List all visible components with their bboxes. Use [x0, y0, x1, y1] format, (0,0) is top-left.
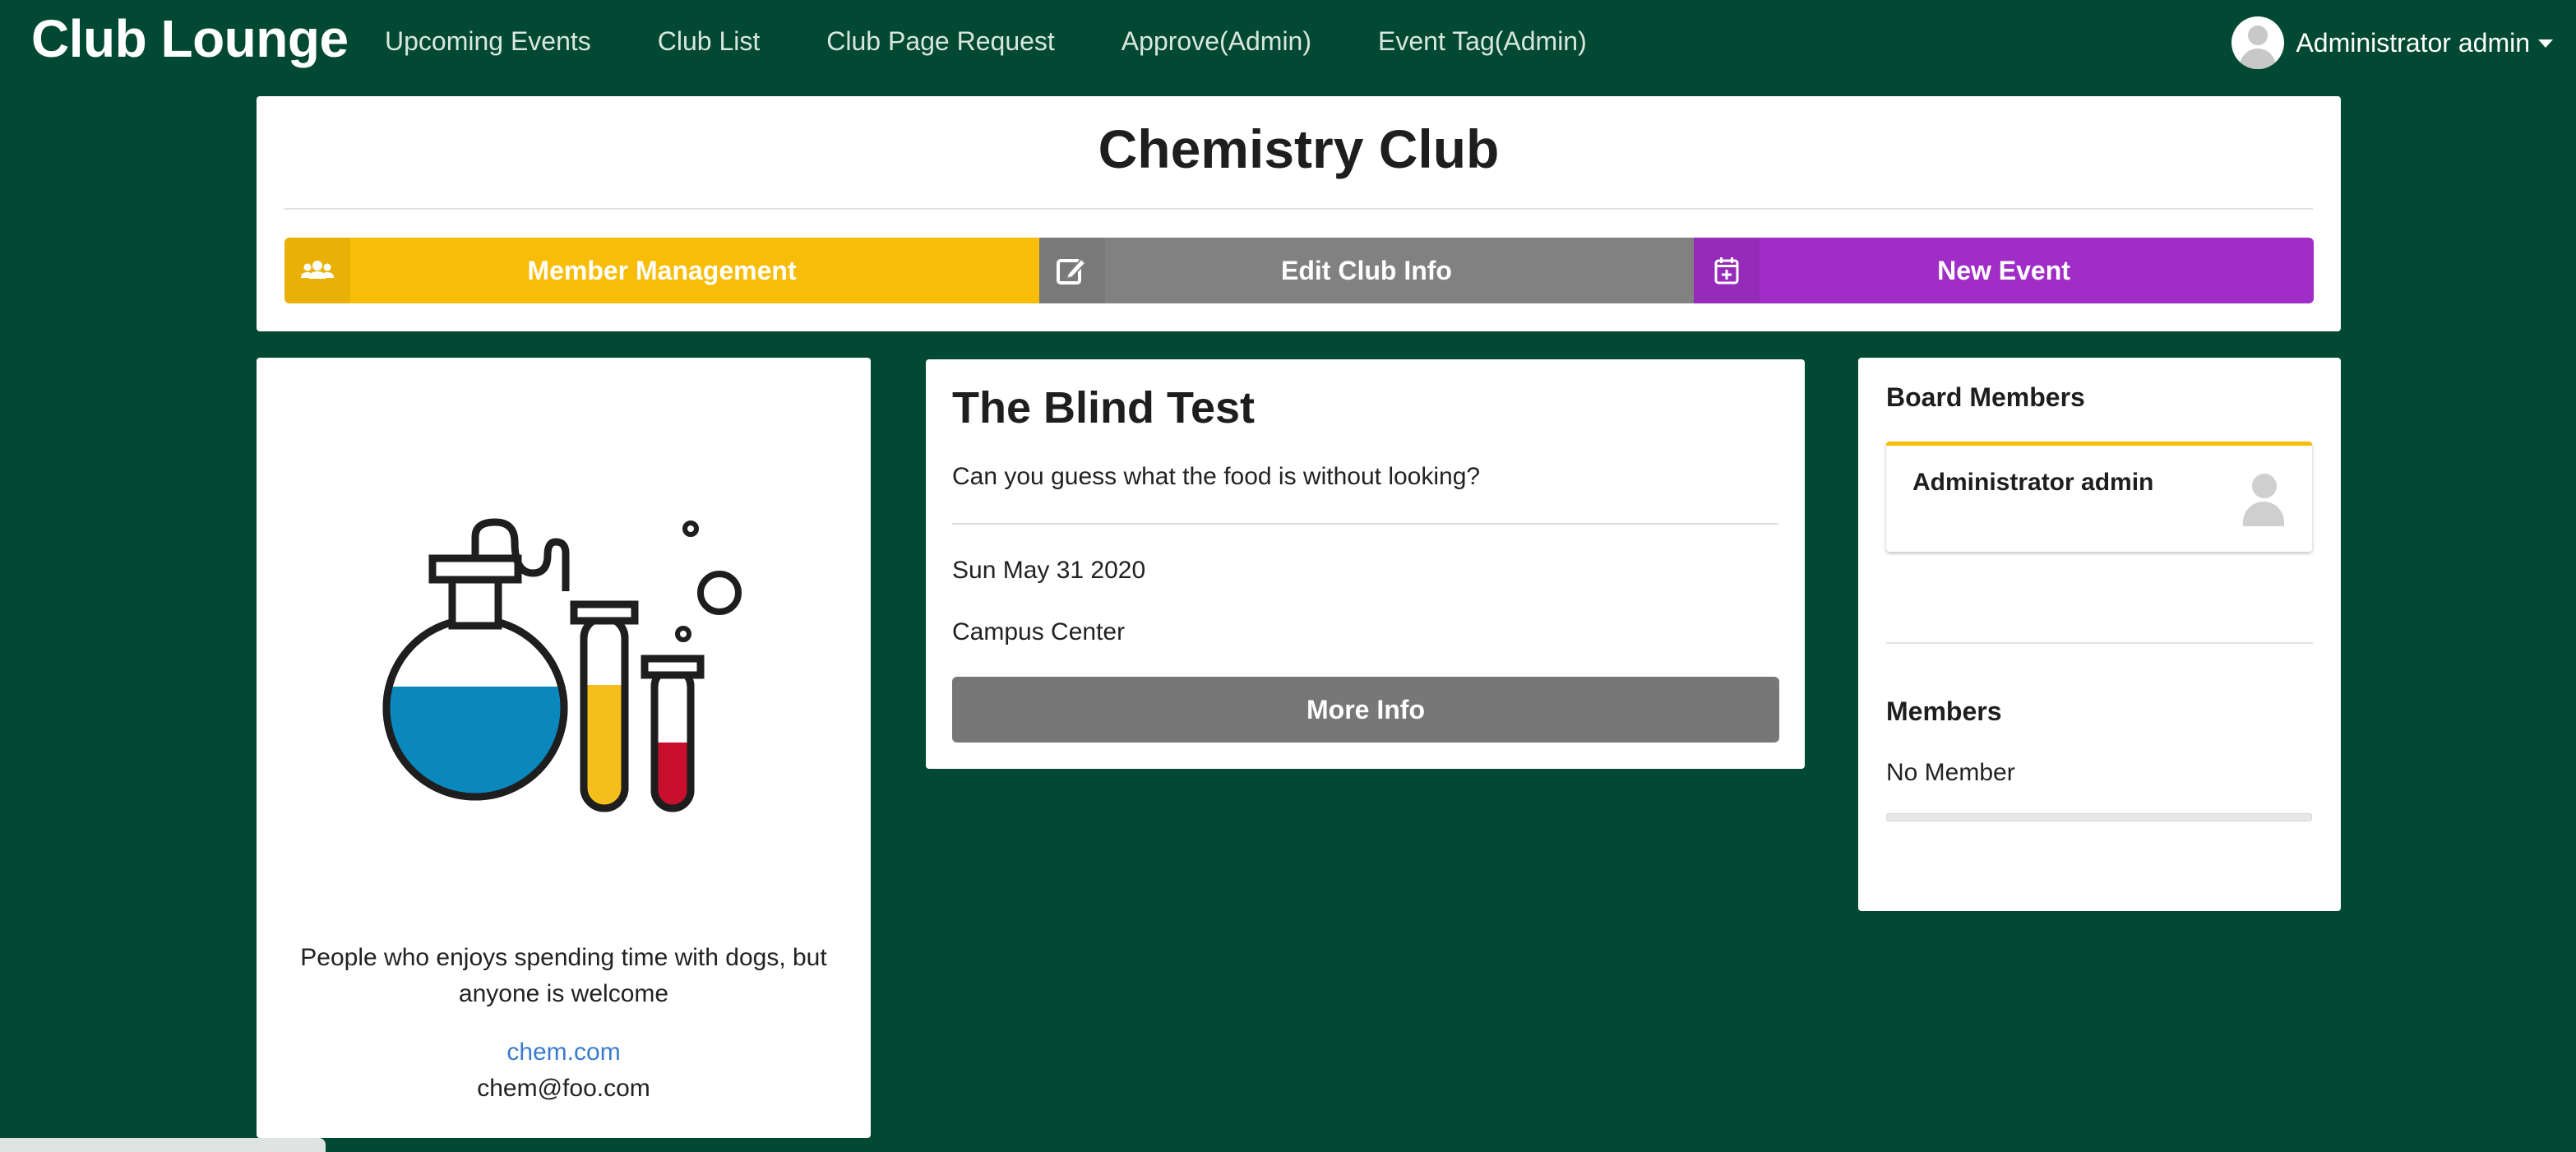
browser-status-bar: [0, 1138, 326, 1152]
event-location: Campus Center: [952, 618, 1126, 645]
board-member-name: Administrator admin: [1912, 469, 2154, 496]
edit-icon: [1039, 238, 1105, 303]
club-website-link[interactable]: chem.com: [257, 1039, 871, 1066]
new-event-button[interactable]: New Event: [1694, 238, 2314, 303]
chemistry-logo-image: [382, 518, 742, 812]
top-navbar: Club Lounge Upcoming Events Club List Cl…: [0, 0, 2576, 87]
caret-down-icon: [2538, 39, 2553, 48]
members-list-empty: [1886, 813, 2312, 821]
divider: [1886, 642, 2313, 644]
divider: [952, 523, 1778, 525]
nav-event-tag-admin[interactable]: Event Tag(Admin): [1378, 26, 1587, 57]
member-management-label: Member Management: [527, 255, 797, 285]
brand-logo[interactable]: Club Lounge: [31, 8, 349, 69]
event-title: The Blind Test: [952, 383, 1256, 433]
calendar-plus-icon: [1694, 238, 1760, 303]
member-management-button[interactable]: Member Management: [284, 238, 1039, 303]
no-member-text: No Member: [1886, 759, 2015, 786]
users-icon: [284, 238, 350, 303]
members-card: Board Members Administrator admin Member…: [1858, 358, 2341, 911]
club-action-bar: Member Management Edit Club Info New Eve…: [284, 238, 2314, 303]
nav-upcoming-events[interactable]: Upcoming Events: [385, 26, 591, 57]
nav-club-list[interactable]: Club List: [658, 26, 761, 57]
more-info-button[interactable]: More Info: [952, 677, 1779, 743]
club-header-card: Chemistry Club Member Management Edit Cl…: [257, 96, 2341, 331]
nav-links: Upcoming Events Club List Club Page Requ…: [385, 26, 1653, 57]
board-members-heading: Board Members: [1886, 382, 2085, 412]
divider: [284, 208, 2313, 210]
avatar-icon: [2241, 474, 2284, 526]
nav-club-page-request[interactable]: Club Page Request: [826, 26, 1055, 57]
members-heading: Members: [1886, 696, 2002, 726]
club-description: People who enjoys spending time with dog…: [300, 944, 827, 1007]
event-date: Sun May 31 2020: [952, 557, 1146, 584]
user-name: Administrator admin: [2296, 27, 2530, 58]
edit-club-info-button[interactable]: Edit Club Info: [1039, 238, 1694, 303]
user-menu[interactable]: Administrator admin: [2231, 16, 2553, 69]
nav-approve-admin[interactable]: Approve(Admin): [1122, 26, 1311, 57]
page-title: Chemistry Club: [1098, 118, 1500, 179]
board-member-tile[interactable]: Administrator admin: [1886, 442, 2312, 552]
event-description: Can you guess what the food is without l…: [952, 463, 1481, 490]
event-card: The Blind Test Can you guess what the fo…: [926, 359, 1805, 769]
avatar-icon: [2231, 16, 2285, 69]
club-info-card: People who enjoys spending time with dog…: [257, 358, 871, 1138]
club-email: chem@foo.com: [477, 1075, 650, 1102]
edit-club-info-label: Edit Club Info: [1281, 255, 1452, 285]
new-event-label: New Event: [1937, 255, 2070, 285]
